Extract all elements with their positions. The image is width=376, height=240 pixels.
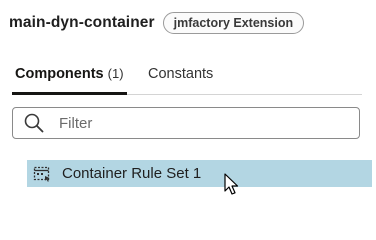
header: main-dyn-container jmfactory Extension	[9, 12, 305, 34]
extension-badge: jmfactory Extension	[162, 12, 305, 34]
page-title: main-dyn-container	[9, 14, 155, 31]
mouse-pointer-icon	[224, 173, 240, 197]
filter-input[interactable]	[59, 114, 339, 132]
filter-field[interactable]	[12, 107, 360, 139]
search-icon	[23, 112, 45, 134]
list-item-container-rule-set-1[interactable]: Container Rule Set 1	[27, 160, 372, 187]
list-item-label: Container Rule Set 1	[62, 165, 202, 182]
tab-components-count: (1)	[107, 66, 124, 81]
tab-constants[interactable]: Constants	[148, 66, 213, 94]
tab-components-label: Components	[15, 66, 104, 82]
tab-bar: Components (1) Constants	[12, 62, 362, 95]
tab-constants-label: Constants	[148, 66, 214, 82]
tab-components[interactable]: Components (1)	[12, 66, 127, 95]
rule-set-icon	[33, 165, 51, 183]
